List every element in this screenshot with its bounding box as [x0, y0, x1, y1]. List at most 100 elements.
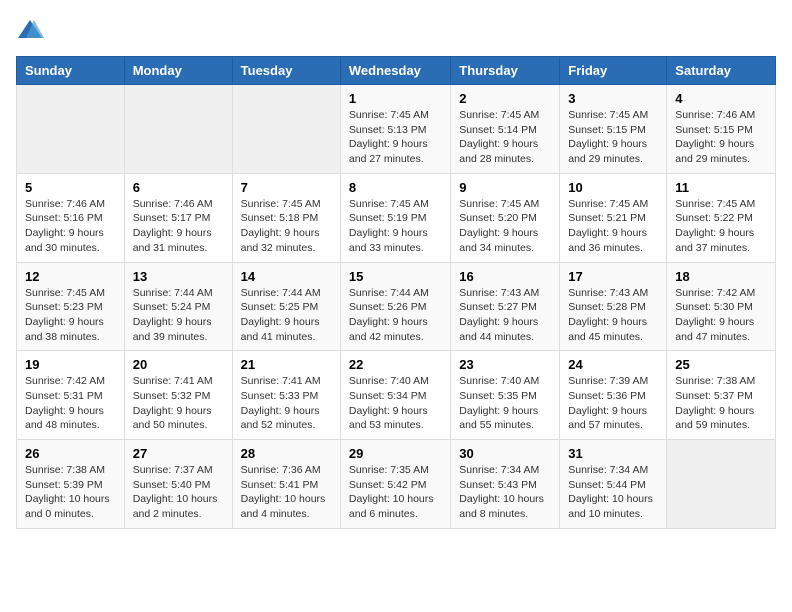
header-thursday: Thursday — [451, 57, 560, 85]
day-number: 15 — [349, 269, 442, 284]
day-detail: Sunrise: 7:46 AM Sunset: 5:17 PM Dayligh… — [133, 197, 224, 256]
day-number: 18 — [675, 269, 767, 284]
header-monday: Monday — [124, 57, 232, 85]
day-number: 31 — [568, 446, 658, 461]
header-wednesday: Wednesday — [340, 57, 450, 85]
day-number: 27 — [133, 446, 224, 461]
day-number: 6 — [133, 180, 224, 195]
day-detail: Sunrise: 7:43 AM Sunset: 5:27 PM Dayligh… — [459, 286, 551, 345]
day-number: 5 — [25, 180, 116, 195]
day-cell — [232, 85, 340, 174]
day-detail: Sunrise: 7:45 AM Sunset: 5:22 PM Dayligh… — [675, 197, 767, 256]
logo-icon — [16, 16, 44, 44]
day-detail: Sunrise: 7:45 AM Sunset: 5:18 PM Dayligh… — [241, 197, 332, 256]
day-number: 30 — [459, 446, 551, 461]
day-number: 2 — [459, 91, 551, 106]
day-cell: 30 Sunrise: 7:34 AM Sunset: 5:43 PM Dayli… — [451, 440, 560, 529]
day-number: 26 — [25, 446, 116, 461]
header-sunday: Sunday — [17, 57, 125, 85]
week-row-5: 26 Sunrise: 7:38 AM Sunset: 5:39 PM Dayli… — [17, 440, 776, 529]
day-cell: 21 Sunrise: 7:41 AM Sunset: 5:33 PM Dayli… — [232, 351, 340, 440]
day-cell: 22Sunrise: 7:40 AM Sunset: 5:34 PM Dayli… — [340, 351, 450, 440]
day-cell: 15 Sunrise: 7:44 AM Sunset: 5:26 PM Dayli… — [340, 262, 450, 351]
day-cell: 26 Sunrise: 7:38 AM Sunset: 5:39 PM Dayli… — [17, 440, 125, 529]
day-cell: 9Sunrise: 7:45 AM Sunset: 5:20 PM Daylig… — [451, 173, 560, 262]
week-row-2: 5 Sunrise: 7:46 AM Sunset: 5:16 PM Daylig… — [17, 173, 776, 262]
day-cell — [667, 440, 776, 529]
day-cell: 7 Sunrise: 7:45 AM Sunset: 5:18 PM Daylig… — [232, 173, 340, 262]
day-cell: 10Sunrise: 7:45 AM Sunset: 5:21 PM Dayli… — [560, 173, 667, 262]
day-detail: Sunrise: 7:42 AM Sunset: 5:31 PM Dayligh… — [25, 374, 116, 433]
day-cell: 28 Sunrise: 7:36 AM Sunset: 5:41 PM Dayli… — [232, 440, 340, 529]
day-cell: 16 Sunrise: 7:43 AM Sunset: 5:27 PM Dayli… — [451, 262, 560, 351]
day-number: 19 — [25, 357, 116, 372]
day-cell — [17, 85, 125, 174]
day-number: 14 — [241, 269, 332, 284]
day-cell: 1 Sunrise: 7:45 AM Sunset: 5:13 PM Daylig… — [340, 85, 450, 174]
header-saturday: Saturday — [667, 57, 776, 85]
day-detail: Sunrise: 7:46 AM Sunset: 5:16 PM Dayligh… — [25, 197, 116, 256]
week-row-4: 19 Sunrise: 7:42 AM Sunset: 5:31 PM Dayli… — [17, 351, 776, 440]
day-cell: 4Sunrise: 7:46 AM Sunset: 5:15 PM Daylig… — [667, 85, 776, 174]
day-detail: Sunrise: 7:39 AM Sunset: 5:36 PM Dayligh… — [568, 374, 658, 433]
day-number: 23 — [459, 357, 551, 372]
calendar: SundayMondayTuesdayWednesdayThursdayFrid… — [16, 56, 776, 529]
day-cell: 19 Sunrise: 7:42 AM Sunset: 5:31 PM Dayli… — [17, 351, 125, 440]
day-detail: Sunrise: 7:34 AM Sunset: 5:44 PM Dayligh… — [568, 463, 658, 522]
day-detail: Sunrise: 7:45 AM Sunset: 5:15 PM Dayligh… — [568, 108, 658, 167]
day-number: 28 — [241, 446, 332, 461]
day-number: 16 — [459, 269, 551, 284]
day-detail: Sunrise: 7:45 AM Sunset: 5:19 PM Dayligh… — [349, 197, 442, 256]
day-cell: 12 Sunrise: 7:45 AM Sunset: 5:23 PM Dayli… — [17, 262, 125, 351]
day-detail: Sunrise: 7:43 AM Sunset: 5:28 PM Dayligh… — [568, 286, 658, 345]
day-detail: Sunrise: 7:44 AM Sunset: 5:24 PM Dayligh… — [133, 286, 224, 345]
day-number: 9 — [459, 180, 551, 195]
day-cell: 14 Sunrise: 7:44 AM Sunset: 5:25 PM Dayli… — [232, 262, 340, 351]
day-number: 1 — [349, 91, 442, 106]
day-number: 29 — [349, 446, 442, 461]
week-row-3: 12 Sunrise: 7:45 AM Sunset: 5:23 PM Dayli… — [17, 262, 776, 351]
day-detail: Sunrise: 7:45 AM Sunset: 5:14 PM Dayligh… — [459, 108, 551, 167]
day-number: 20 — [133, 357, 224, 372]
day-detail: Sunrise: 7:40 AM Sunset: 5:35 PM Dayligh… — [459, 374, 551, 433]
day-number: 17 — [568, 269, 658, 284]
day-detail: Sunrise: 7:38 AM Sunset: 5:37 PM Dayligh… — [675, 374, 767, 433]
day-detail: Sunrise: 7:44 AM Sunset: 5:26 PM Dayligh… — [349, 286, 442, 345]
day-cell: 8 Sunrise: 7:45 AM Sunset: 5:19 PM Daylig… — [340, 173, 450, 262]
page-header — [16, 16, 776, 44]
day-cell: 17 Sunrise: 7:43 AM Sunset: 5:28 PM Dayli… — [560, 262, 667, 351]
week-row-1: 1 Sunrise: 7:45 AM Sunset: 5:13 PM Daylig… — [17, 85, 776, 174]
day-cell: 27 Sunrise: 7:37 AM Sunset: 5:40 PM Dayli… — [124, 440, 232, 529]
day-cell: 3Sunrise: 7:45 AM Sunset: 5:15 PM Daylig… — [560, 85, 667, 174]
day-detail: Sunrise: 7:45 AM Sunset: 5:23 PM Dayligh… — [25, 286, 116, 345]
day-number: 21 — [241, 357, 332, 372]
day-number: 4 — [675, 91, 767, 106]
day-number: 12 — [25, 269, 116, 284]
day-detail: Sunrise: 7:36 AM Sunset: 5:41 PM Dayligh… — [241, 463, 332, 522]
day-cell: 29 Sunrise: 7:35 AM Sunset: 5:42 PM Dayli… — [340, 440, 450, 529]
day-detail: Sunrise: 7:44 AM Sunset: 5:25 PM Dayligh… — [241, 286, 332, 345]
day-detail: Sunrise: 7:35 AM Sunset: 5:42 PM Dayligh… — [349, 463, 442, 522]
day-detail: Sunrise: 7:42 AM Sunset: 5:30 PM Dayligh… — [675, 286, 767, 345]
day-detail: Sunrise: 7:37 AM Sunset: 5:40 PM Dayligh… — [133, 463, 224, 522]
day-detail: Sunrise: 7:38 AM Sunset: 5:39 PM Dayligh… — [25, 463, 116, 522]
day-number: 8 — [349, 180, 442, 195]
day-cell: 5 Sunrise: 7:46 AM Sunset: 5:16 PM Daylig… — [17, 173, 125, 262]
day-cell: 31 Sunrise: 7:34 AM Sunset: 5:44 PM Dayli… — [560, 440, 667, 529]
logo — [16, 16, 48, 44]
day-cell: 11 Sunrise: 7:45 AM Sunset: 5:22 PM Dayli… — [667, 173, 776, 262]
header-friday: Friday — [560, 57, 667, 85]
day-number: 24 — [568, 357, 658, 372]
day-number: 10 — [568, 180, 658, 195]
day-number: 22 — [349, 357, 442, 372]
header-tuesday: Tuesday — [232, 57, 340, 85]
day-detail: Sunrise: 7:41 AM Sunset: 5:32 PM Dayligh… — [133, 374, 224, 433]
day-detail: Sunrise: 7:41 AM Sunset: 5:33 PM Dayligh… — [241, 374, 332, 433]
day-cell: 2 Sunrise: 7:45 AM Sunset: 5:14 PM Daylig… — [451, 85, 560, 174]
day-cell: 20 Sunrise: 7:41 AM Sunset: 5:32 PM Dayli… — [124, 351, 232, 440]
day-detail: Sunrise: 7:34 AM Sunset: 5:43 PM Dayligh… — [459, 463, 551, 522]
day-detail: Sunrise: 7:45 AM Sunset: 5:13 PM Dayligh… — [349, 108, 442, 167]
day-number: 11 — [675, 180, 767, 195]
day-number: 7 — [241, 180, 332, 195]
day-cell: 6 Sunrise: 7:46 AM Sunset: 5:17 PM Daylig… — [124, 173, 232, 262]
